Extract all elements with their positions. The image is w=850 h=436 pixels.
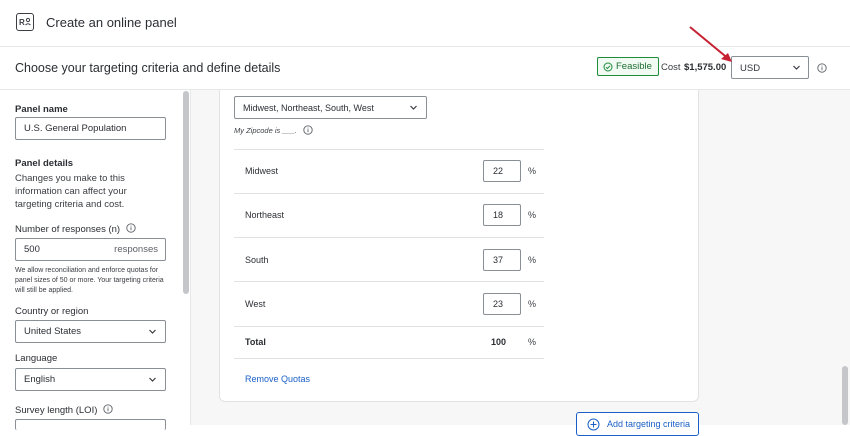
main-scrollbar[interactable]	[842, 366, 848, 425]
responses-note: We allow reconciliation and enforce quot…	[15, 267, 164, 294]
responses-label: Number of responses (n)	[15, 223, 136, 235]
row-divider	[234, 326, 544, 327]
add-targeting-criteria-button[interactable]: Add targeting criteria	[576, 412, 699, 436]
chevron-down-icon	[149, 329, 156, 334]
question-hint: My Zipcode is ___.	[234, 126, 297, 135]
percent-sign: %	[528, 166, 537, 176]
panel-details-text: Changes you make to this information can…	[15, 173, 127, 210]
info-icon[interactable]	[817, 63, 827, 73]
country-value: United States	[24, 326, 82, 337]
language-value: English	[24, 374, 56, 385]
chevron-down-icon	[149, 377, 156, 382]
total-label: Total	[245, 337, 266, 347]
info-icon[interactable]	[303, 125, 313, 135]
loi-label: Survey length (LOI)	[15, 404, 113, 416]
quota-input[interactable]: 22	[483, 160, 521, 182]
app-title: Create an online panel	[46, 15, 177, 30]
responses-suffix: responses	[114, 244, 158, 255]
page-title: Choose your targeting criteria and defin…	[15, 61, 281, 75]
panel-name-label: Panel name	[15, 104, 68, 115]
row-divider	[234, 358, 544, 359]
cost-label: Cost	[661, 62, 681, 73]
currency-value: USD	[740, 63, 761, 74]
quota-row-label: Northeast	[245, 210, 285, 220]
quota-row-label: South	[245, 255, 269, 265]
check-circle-icon	[603, 62, 613, 71]
quota-row-label: Midwest	[245, 166, 279, 176]
currency-select[interactable]: USD	[731, 56, 809, 79]
remove-quotas-link[interactable]: Remove Quotas	[245, 374, 310, 384]
quota-row-label: West	[245, 299, 266, 309]
annotation-arrow-icon	[689, 26, 732, 62]
row-divider	[234, 237, 544, 238]
targeting-card	[219, 90, 699, 402]
country-select[interactable]: United States	[15, 320, 166, 343]
responses-input[interactable]: 500 responses	[15, 238, 166, 261]
svg-text:R: R	[19, 18, 25, 27]
row-divider	[234, 281, 544, 282]
language-label: Language	[15, 353, 58, 364]
chevron-down-icon	[410, 105, 417, 110]
region-selected-value: Midwest, Northeast, South, West	[243, 103, 374, 113]
total-value: 100	[491, 337, 507, 347]
responses-value: 500	[24, 244, 40, 255]
percent-sign: %	[528, 210, 537, 220]
percent-sign: %	[528, 299, 537, 309]
panel-details-label: Panel details	[15, 158, 74, 169]
region-select[interactable]: Midwest, Northeast, South, West	[234, 96, 427, 119]
quota-input[interactable]: 18	[483, 204, 521, 226]
quota-input[interactable]: 23	[483, 293, 521, 315]
row-divider	[234, 193, 544, 194]
quota-input[interactable]: 37	[483, 249, 521, 271]
sidebar-scrollbar[interactable]	[183, 91, 189, 294]
loi-label-text: Survey length (LOI)	[15, 405, 98, 416]
panel-logo-icon: R	[16, 13, 34, 31]
responses-label-text: Number of responses (n)	[15, 224, 121, 235]
chevron-down-icon	[793, 65, 800, 70]
row-divider	[234, 149, 544, 150]
country-label: Country or region	[15, 306, 89, 317]
language-select[interactable]: English	[15, 368, 166, 391]
percent-sign: %	[528, 255, 537, 265]
panel-name-input[interactable]: U.S. General Population	[15, 117, 166, 140]
info-icon[interactable]	[103, 404, 113, 414]
feasible-label: Feasible	[616, 61, 652, 72]
info-icon[interactable]	[126, 223, 136, 233]
percent-sign: %	[528, 337, 537, 347]
add-targeting-criteria-label: Add targeting criteria	[607, 419, 691, 429]
feasible-badge: Feasible	[597, 57, 659, 76]
panel-name-value: U.S. General Population	[24, 123, 127, 134]
